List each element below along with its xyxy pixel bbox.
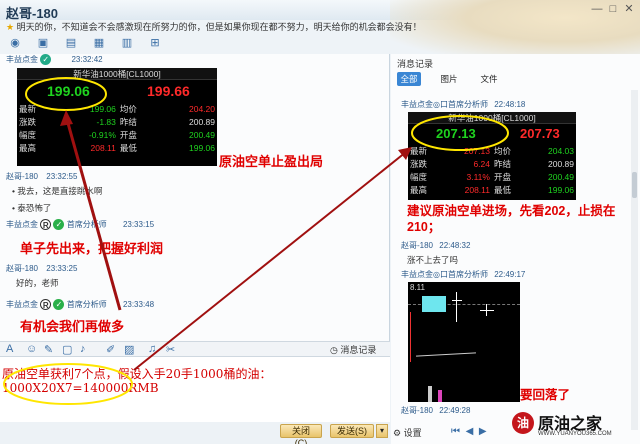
arrow-head <box>398 147 412 160</box>
highlight-ellipse <box>25 77 107 111</box>
highlight-ellipse <box>3 363 133 405</box>
arrow-line <box>64 115 122 311</box>
highlight-ellipse <box>411 115 509 151</box>
arrow-line <box>133 151 407 371</box>
annotation-overlay <box>3 77 509 405</box>
arrow-head <box>60 110 73 126</box>
